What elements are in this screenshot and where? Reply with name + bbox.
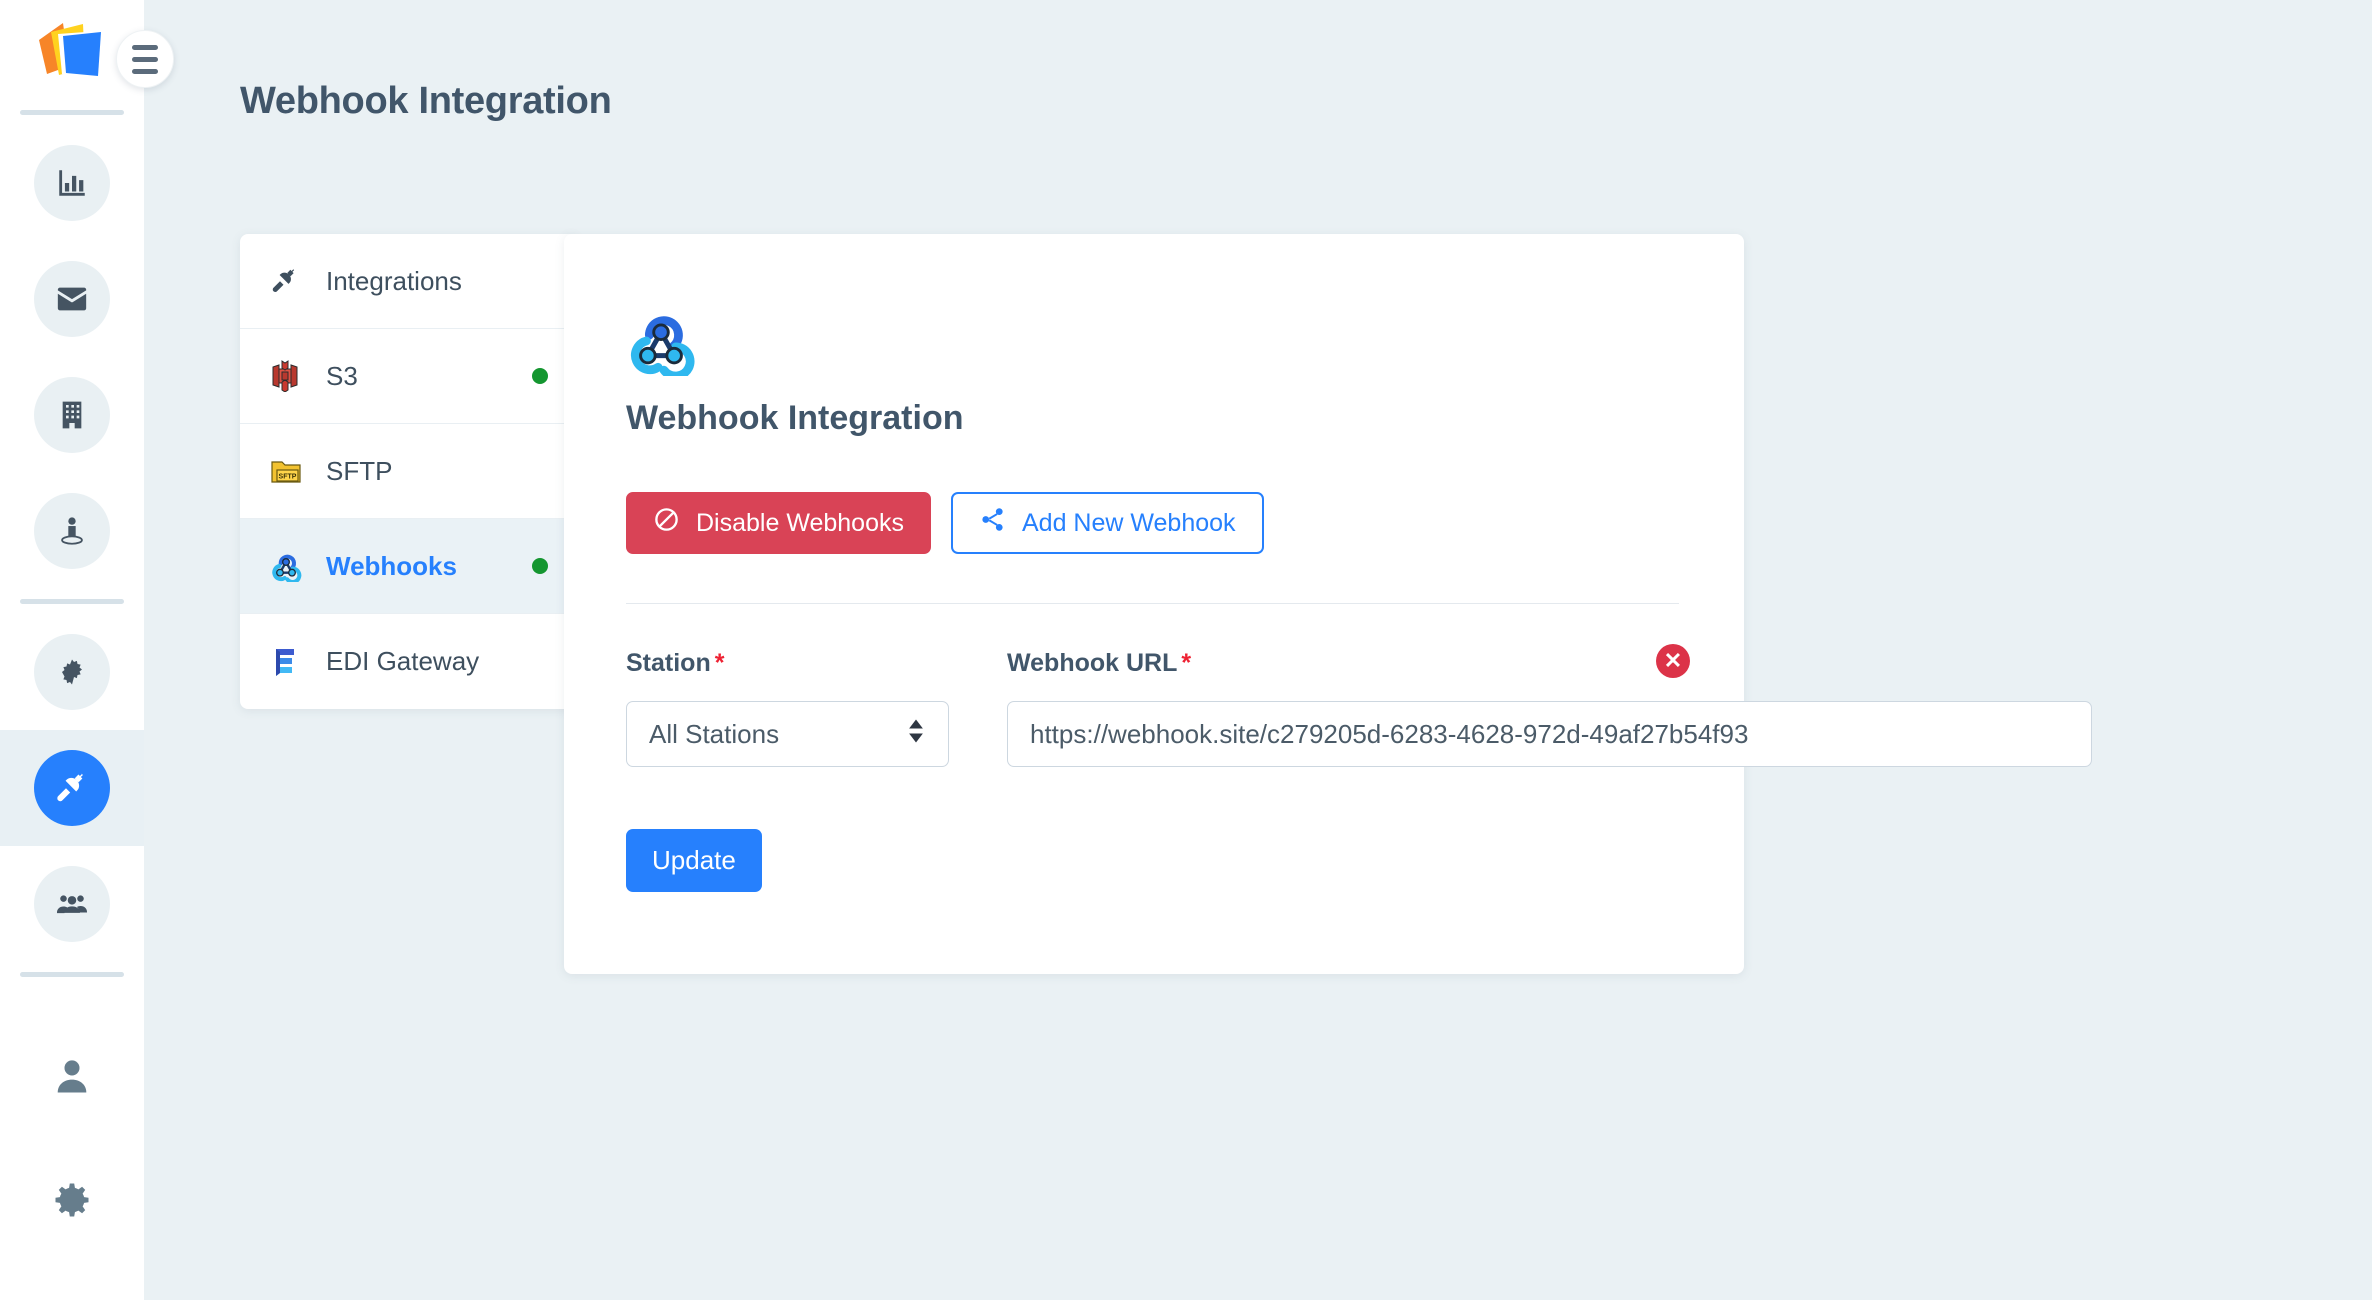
integration-list-item-label: SFTP xyxy=(326,455,393,486)
sidebar-item-analytics[interactable] xyxy=(0,125,144,241)
rail-divider-mid xyxy=(20,599,124,604)
ban-icon xyxy=(653,506,680,540)
sidebar-item-messages[interactable] xyxy=(0,241,144,357)
gear-cog-icon xyxy=(34,634,110,710)
icon-rail xyxy=(0,0,144,1300)
integration-list-item-integrations[interactable]: Integrations xyxy=(240,234,578,329)
integration-list-item-webhooks[interactable]: Webhooks xyxy=(240,519,584,614)
station-field-label: Station * xyxy=(626,649,724,678)
action-button-row: Disable Webhooks Add New Webhook xyxy=(626,492,1264,554)
webhook-detail-card: Webhook Integration Disable Webhooks Add… xyxy=(564,234,2092,974)
sidebar-item-buildings[interactable] xyxy=(0,357,144,473)
card-divider xyxy=(626,603,1679,604)
settings-button[interactable] xyxy=(34,1164,110,1240)
rail-divider-top xyxy=(20,110,124,115)
share-nodes-icon xyxy=(979,506,1006,540)
hamburger-bar xyxy=(132,44,158,50)
sftp-folder-icon: SFTP xyxy=(270,457,312,485)
integration-list-item-label: S3 xyxy=(326,360,358,391)
document-stack-logo-svg xyxy=(39,23,101,78)
gear-icon xyxy=(50,1178,94,1227)
update-button[interactable]: Update xyxy=(626,829,762,892)
station-select[interactable]: All Stations xyxy=(626,701,949,767)
station-select-value: All Stations xyxy=(649,718,780,749)
circle-x-icon[interactable]: ✕ xyxy=(1656,644,1690,678)
add-new-webhook-label: Add New Webhook xyxy=(1021,508,1236,537)
bar-chart-icon xyxy=(34,145,110,221)
remove-webhook-glyph: ✕ xyxy=(1663,648,1683,673)
hamburger-bar xyxy=(132,68,158,74)
menu-toggle-button[interactable] xyxy=(116,30,174,88)
webhook-url-label-text: Webhook URL xyxy=(1007,649,1178,677)
disable-webhooks-button[interactable]: Disable Webhooks xyxy=(626,492,931,554)
webhook-url-field-label: Webhook URL * xyxy=(1007,649,1191,678)
users-group-icon xyxy=(34,866,110,942)
integration-list-item-label: Webhooks xyxy=(326,550,457,581)
integration-list-item-label: Integrations xyxy=(326,265,462,296)
plug-icon xyxy=(270,266,312,296)
integration-list-item-s3[interactable]: S3 xyxy=(240,329,578,424)
integration-list-item-sftp[interactable]: SFTP SFTP xyxy=(240,424,578,519)
hamburger-bar xyxy=(132,56,158,62)
integration-list-item-edi-gateway[interactable]: EDI Gateway xyxy=(240,614,578,709)
building-icon xyxy=(34,377,110,453)
plug-icon xyxy=(34,750,110,826)
envelope-icon xyxy=(34,261,110,337)
svg-text:SFTP: SFTP xyxy=(279,474,297,481)
page-title: Webhook Integration xyxy=(240,80,612,122)
sidebar-item-operations[interactable] xyxy=(0,614,144,730)
required-marker: * xyxy=(1181,649,1192,677)
webhook-url-input[interactable] xyxy=(1007,701,2092,767)
s3-bucket-icon xyxy=(270,360,312,392)
required-marker: * xyxy=(714,649,725,677)
edi-e-icon xyxy=(270,646,312,678)
status-badge-online xyxy=(532,558,548,574)
webhook-icon xyxy=(626,306,696,381)
profile-button[interactable] xyxy=(34,1040,110,1116)
add-new-webhook-button[interactable]: Add New Webhook xyxy=(950,492,1264,554)
person-location-icon xyxy=(34,493,110,569)
card-heading: Webhook Integration xyxy=(626,399,964,437)
content-area: Webhook Integration Integrations S3 SFTP… xyxy=(144,0,2372,1300)
user-icon xyxy=(50,1054,94,1103)
webhook-icon xyxy=(270,550,312,582)
station-label-text: Station xyxy=(626,649,711,677)
chevron-updown-icon xyxy=(906,717,926,752)
status-badge-online xyxy=(532,368,548,384)
sidebar-item-locations[interactable] xyxy=(0,473,144,589)
rail-divider-bottom xyxy=(20,972,124,977)
sidebar-item-teams[interactable] xyxy=(0,846,144,962)
integration-list-card: Integrations S3 SFTP SFTP Webhooks EDI G… xyxy=(240,234,584,709)
disable-webhooks-label: Disable Webhooks xyxy=(696,508,904,537)
integration-list-item-label: EDI Gateway xyxy=(326,646,480,676)
sidebar-item-integrations[interactable] xyxy=(0,730,144,846)
